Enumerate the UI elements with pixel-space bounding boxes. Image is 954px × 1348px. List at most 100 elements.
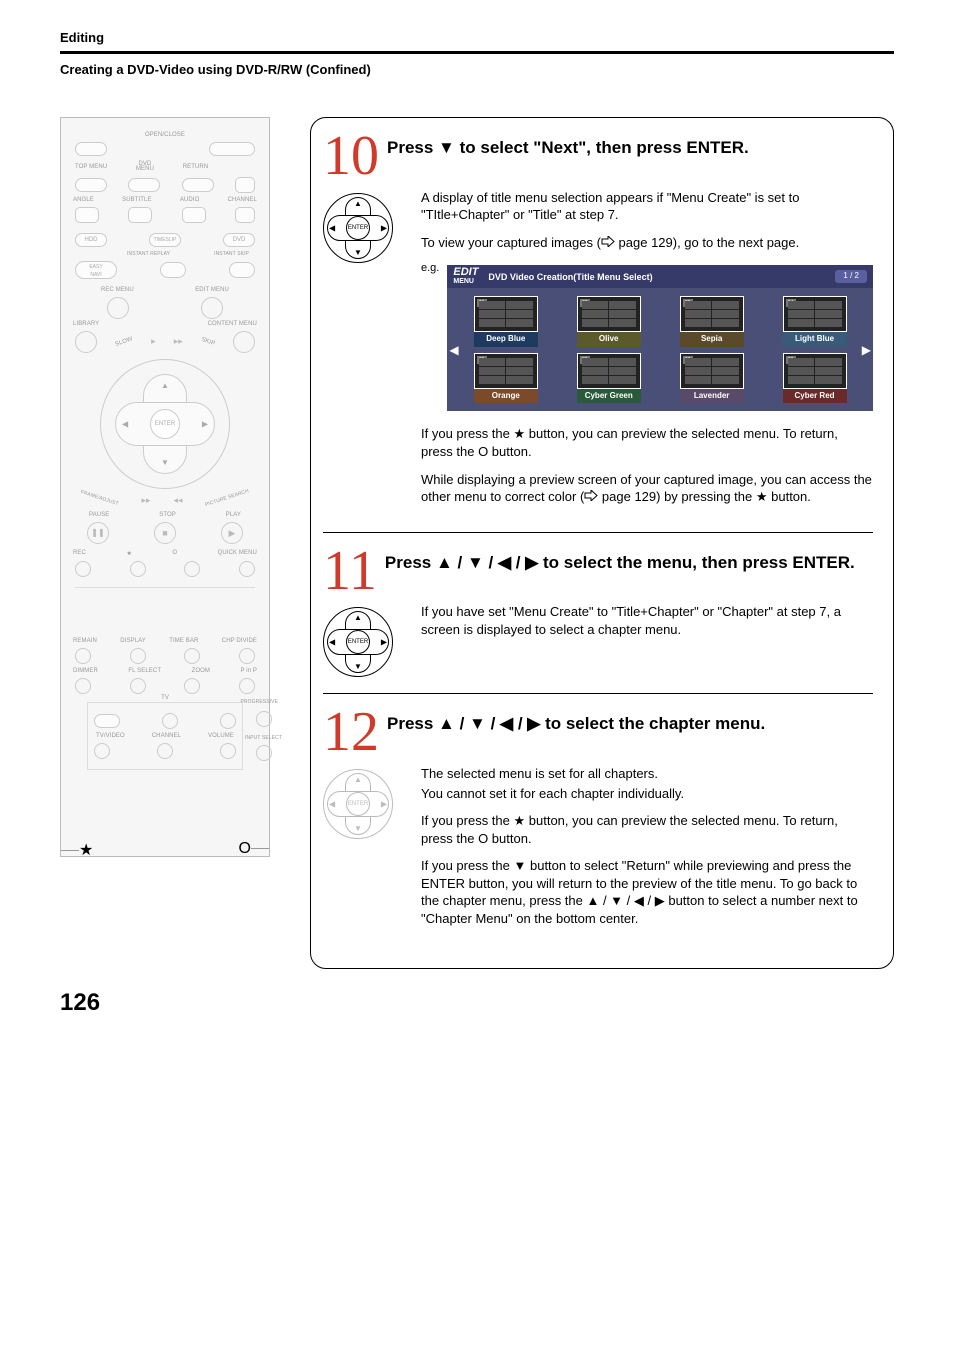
easy-navi-button: EASY NAVI [75,261,117,279]
eject-button [75,142,107,156]
panel-caption: DVD Video Creation(Title Menu Select) [488,271,652,283]
input-select-button [256,745,272,761]
label-pause: PAUSE [89,512,109,518]
section-subtitle: Creating a DVD-Video using DVD-R/RW (Con… [60,62,894,77]
label-zoom: ZOOM [192,668,210,674]
label-fl-select: FL SELECT [128,668,161,674]
label-top-menu: TOP MENU [75,164,107,170]
label-pinp: P in P [240,668,257,674]
thumb-label: Olive [577,332,641,347]
label-channel: CHANNEL [228,197,257,203]
label-display: DISPLAY [120,638,146,644]
tv-power-button [94,714,120,728]
thumb-label: Light Blue [783,332,847,347]
dpad-icon: ENTER ▲▼◀▶ [323,769,393,839]
step-11-title: Press ▲ / ▼ / ◀ / ▶ to select the menu, … [385,553,855,572]
dpad-icon: ENTER ▲▼◀▶ [323,607,393,677]
label-content-menu: CONTENT MENU [208,321,257,327]
step-10-p2: To view your captured images ( page 129)… [421,234,873,252]
label-skip: SKIP [200,337,215,347]
label-picture-search: PICTURE SEARCH [205,488,252,513]
steps-panel: 10 Press ▼ to select "Next", then press … [310,117,894,969]
thumb-olive: 02 [577,296,641,332]
label-menu: MENU [136,166,154,172]
step-10-p3: If you press the ★ button, you can previ… [421,425,873,460]
thumb-deep-blue: 01 [474,296,538,332]
dpad-icon: ENTER ▲▼◀▶ [323,193,393,263]
label-star: ★ [126,550,131,557]
panel-pager: 1 / 2 [835,270,867,283]
power-button [209,142,255,156]
pinp-button [239,678,255,694]
thumb-orange: 05 [474,353,538,389]
page-ref-icon [601,236,615,247]
thumb-label: Sepia [680,332,744,347]
chp-divide-button [239,648,255,664]
label-audio: AUDIO [180,197,200,203]
step-divider [323,693,873,694]
step-12-p3: If you press the ★ button, you can previ… [421,812,873,847]
header-rule [60,51,894,54]
panel-nav-right: ▶ [862,342,871,358]
label-o: O [172,550,177,557]
o-button [184,561,200,577]
hdd-button: HDD [75,233,107,247]
thumb-label: Deep Blue [474,332,538,347]
star-icon: ★ [514,813,526,828]
thumb-sepia: 03 [680,296,744,332]
tv-ch-up-button [162,713,178,729]
label-library: LIBRARY [73,321,99,327]
star-icon: ★ [756,489,768,504]
label-frame-adjust: FRAME/ADJUST [78,489,119,512]
label-progressive: PROGRESSIVE [241,699,279,705]
step-10-title: Press ▼ to select "Next", then press ENT… [387,138,749,157]
step-number-10: 10 [323,134,379,179]
timebar-button [184,648,200,664]
step-10-p1: A display of title menu selection appear… [421,189,873,224]
thumb-cyber-green: 06 [577,353,641,389]
zoom-button [184,678,200,694]
callout-o: O [239,840,251,857]
step-12-title: Press ▲ / ▼ / ◀ / ▶ to select the chapte… [387,714,765,733]
label-play: PLAY [226,512,241,518]
tv-vol-down-button [220,743,236,759]
panel-edit-label: EDIT [453,266,478,278]
step-12-p1: The selected menu is set for all chapter… [421,765,873,783]
subtitle-button [128,207,152,223]
thumb-label: Cyber Red [783,389,847,404]
callout-star: ★ [79,842,93,859]
thumb-label: Lavender [680,389,744,404]
label-edit-menu: EDIT MENU [195,287,229,293]
label-instant-skip: INSTANT SKIP [214,251,249,257]
label-timebar: TIME BAR [169,638,198,644]
label-instant-replay: INSTANT REPLAY [127,251,170,257]
fl-select-button [130,678,146,694]
step-10-p4: While displaying a preview screen of you… [421,471,873,506]
label-volume: VOLUME [208,733,234,739]
remote-dpad: ENTER ▲▼◀▶ [100,359,230,489]
thumb-label: Cyber Green [577,389,641,404]
eg-label: e.g. [421,261,439,276]
edit-menu-button [201,297,223,319]
progressive-button [256,711,272,727]
title-menu-panel: EDITMENU DVD Video Creation(Title Menu S… [447,265,873,411]
label-slow: SLOW [115,336,134,348]
label-channel2: CHANNEL [152,733,181,739]
return-button [182,178,214,192]
step-number-11: 11 [323,549,377,594]
tv-vol-up-button [220,713,236,729]
label-chp-divide: CHP DIVIDE [222,638,257,644]
label-tv: TV [155,695,175,701]
step-12-p4: If you press the ▼ button to select "Ret… [421,857,873,927]
thumb-lavender: 07 [680,353,744,389]
label-rec-menu: REC MENU [101,287,134,293]
rec-menu-button [107,297,129,319]
thumb-cyber-red: 08 [783,353,847,389]
tv-video-button [94,743,110,759]
label-rec: REC [73,550,86,557]
label-subtitle: SUBTITLE [122,197,151,203]
label-tv-video: TV/VIDEO [96,733,125,739]
dvd-button: DVD [223,233,255,247]
page-number: 126 [60,989,894,1017]
step-12-p2: You cannot set it for each chapter indiv… [421,785,873,803]
